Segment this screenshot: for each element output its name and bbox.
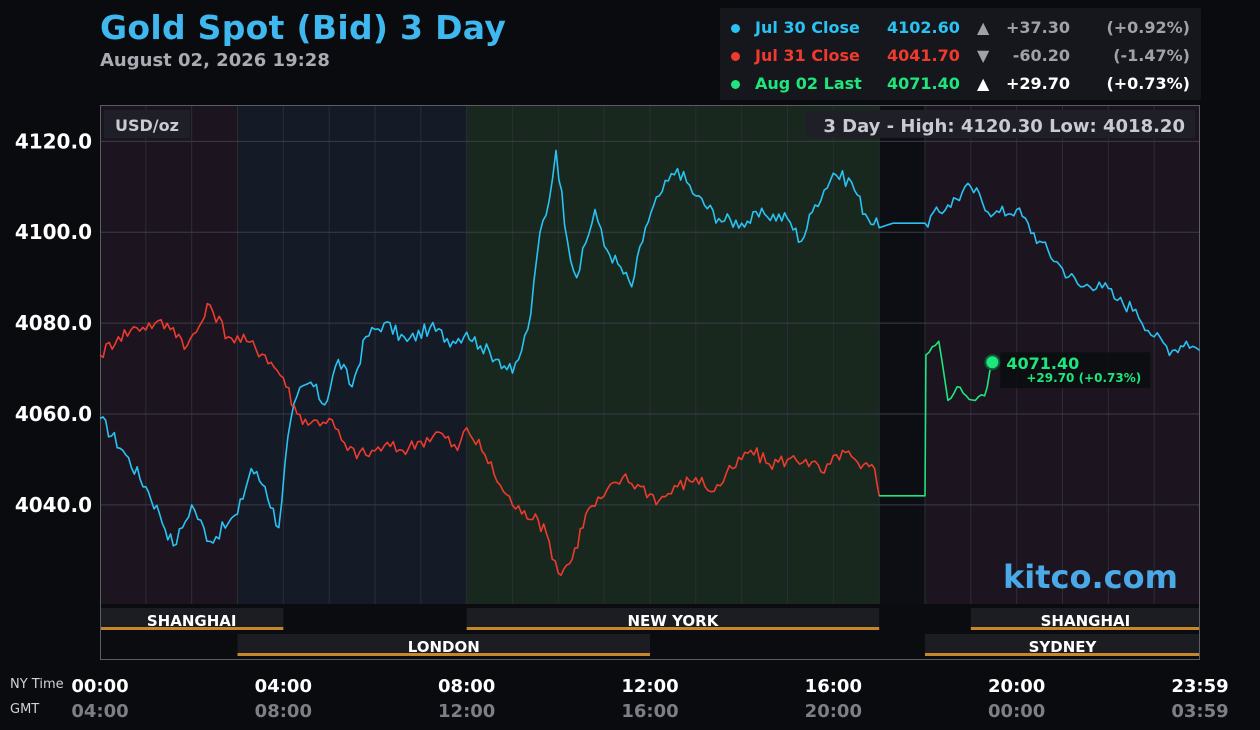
x-tick-gmt: 04:00 [71,701,128,722]
range-label: 3 Day - High: 4120.30 Low: 4018.20 [823,116,1185,137]
session-label: NEW YORK [628,612,720,630]
x-tick-ny: 00:00 [71,676,128,697]
unit-label: USD/oz [115,116,179,135]
x-tick-ny: 04:00 [255,676,312,697]
london-session-shade [237,105,467,604]
ny-time-label: NY Time [10,677,64,692]
session-label: SYDNEY [1029,638,1098,656]
session-label: SHANGHAI [147,612,237,630]
x-tick-ny: 12:00 [621,676,678,697]
ny-session-shade [466,105,880,604]
x-tick-gmt: 03:59 [1171,701,1228,722]
y-tick-label: 4100.0 [15,220,92,244]
x-tick-ny: 16:00 [805,676,862,697]
gold-chart: 4040.0 4060.0 4080.0 4100.0 4120.0 SHANGHAI NE… [10,105,1229,722]
last-price-marker [984,354,1001,371]
gmt-label: GMT [10,702,39,717]
last-change-label: +29.70 (+0.73%) [1026,371,1141,385]
x-tick-gmt: 00:00 [988,701,1045,722]
y-tick-label: 4080.0 [15,311,92,335]
y-tick-label: 4120.0 [15,129,92,153]
brand-watermark: kitco.com [1003,558,1178,596]
x-tick-ny: 08:00 [438,676,495,697]
session-label: LONDON [408,638,480,656]
y-tick-label: 4040.0 [15,493,92,517]
asia-session-shade [100,105,238,604]
x-tick-gmt: 08:00 [255,701,312,722]
x-tick-gmt: 12:00 [438,701,495,722]
x-tick-gmt: 16:00 [621,701,678,722]
x-tick-ny: 20:00 [988,676,1045,697]
session-label: SHANGHAI [1041,612,1131,630]
x-tick-ny: 23:59 [1171,676,1228,697]
y-tick-label: 4060.0 [15,402,92,426]
x-tick-gmt: 20:00 [805,701,862,722]
